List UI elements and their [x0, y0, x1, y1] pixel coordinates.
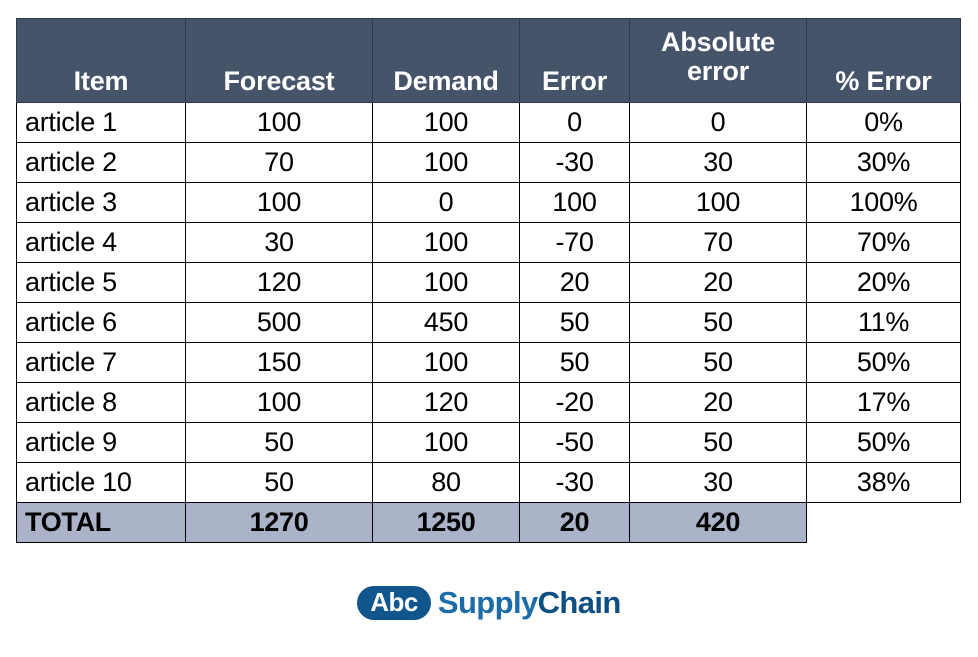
cell-error: -70 [519, 222, 630, 263]
cell-demand: 100 [372, 222, 520, 263]
cell-error: -30 [519, 462, 630, 503]
cell-demand: 450 [372, 302, 520, 343]
table-row: article 5 120 100 20 20 20% [16, 262, 961, 303]
cell-item: article 8 [16, 382, 186, 423]
table-header: Item Forecast Demand Error Absolute erro… [16, 18, 961, 103]
table-row: article 6 500 450 50 50 11% [16, 302, 961, 343]
cell-demand: 120 [372, 382, 520, 423]
forecast-accuracy-table: Item Forecast Demand Error Absolute erro… [16, 18, 961, 543]
table-row: article 1 100 100 0 0 0% [16, 102, 961, 143]
cell-error: -20 [519, 382, 630, 423]
column-header-absolute-error-line1: Absolute [661, 26, 775, 57]
logo-word-chain: Chain [537, 585, 622, 620]
column-header-percent-error: % Error [806, 18, 961, 103]
cell-percent-error: 17% [806, 382, 961, 423]
cell-error: 50 [519, 342, 630, 383]
cell-forecast: 500 [185, 302, 373, 343]
column-header-item: Item [16, 18, 186, 103]
cell-percent-error: 100% [806, 182, 961, 223]
logo-word-supply: Supply [437, 585, 538, 620]
column-header-forecast: Forecast [185, 18, 373, 103]
table-row: article 4 30 100 -70 70 70% [16, 222, 961, 263]
cell-forecast: 30 [185, 222, 373, 263]
cell-forecast: 50 [185, 462, 373, 503]
cell-absolute-error: 20 [629, 262, 807, 303]
total-absolute-error: 420 [629, 502, 807, 543]
cell-percent-error: 20% [806, 262, 961, 303]
cell-forecast: 100 [185, 102, 373, 143]
cell-absolute-error: 50 [629, 302, 807, 343]
logo-badge-abc: Abc [357, 585, 431, 621]
cell-absolute-error: 30 [629, 462, 807, 503]
cell-percent-error: 50% [806, 342, 961, 383]
total-label: TOTAL [16, 502, 186, 543]
cell-demand: 80 [372, 462, 520, 503]
total-forecast: 1270 [185, 502, 373, 543]
column-header-demand: Demand [372, 18, 520, 103]
cell-absolute-error: 50 [629, 342, 807, 383]
cell-error: 50 [519, 302, 630, 343]
cell-item: article 9 [16, 422, 186, 463]
cell-percent-error: 0% [806, 102, 961, 143]
cell-percent-error: 50% [806, 422, 961, 463]
cell-item: article 2 [16, 142, 186, 183]
cell-item: article 7 [16, 342, 186, 383]
table-body: article 1 100 100 0 0 0% article 2 70 10… [16, 102, 961, 543]
cell-item: article 6 [16, 302, 186, 343]
total-percent-error [806, 502, 961, 543]
table-row: article 3 100 0 100 100 100% [16, 182, 961, 223]
cell-error: 100 [519, 182, 630, 223]
total-error: 20 [519, 502, 630, 543]
column-header-error: Error [519, 18, 630, 103]
cell-forecast: 50 [185, 422, 373, 463]
cell-demand: 100 [372, 102, 520, 143]
cell-demand: 100 [372, 422, 520, 463]
cell-item: article 4 [16, 222, 186, 263]
cell-forecast: 100 [185, 182, 373, 223]
cell-absolute-error: 30 [629, 142, 807, 183]
cell-absolute-error: 0 [629, 102, 807, 143]
cell-percent-error: 70% [806, 222, 961, 263]
header-row: Item Forecast Demand Error Absolute erro… [16, 18, 961, 103]
column-header-absolute-error: Absolute error [629, 18, 807, 103]
cell-error: 0 [519, 102, 630, 143]
cell-forecast: 100 [185, 382, 373, 423]
cell-percent-error: 30% [806, 142, 961, 183]
column-header-absolute-error-line2: error [686, 55, 750, 86]
total-row: TOTAL 1270 1250 20 420 [16, 502, 961, 543]
cell-forecast: 120 [185, 262, 373, 303]
table-row: article 10 50 80 -30 30 38% [16, 462, 961, 503]
table-row: article 7 150 100 50 50 50% [16, 342, 961, 383]
cell-absolute-error: 50 [629, 422, 807, 463]
cell-demand: 100 [372, 142, 520, 183]
table-row: article 2 70 100 -30 30 30% [16, 142, 961, 183]
cell-error: -50 [519, 422, 630, 463]
cell-demand: 100 [372, 262, 520, 303]
cell-demand: 0 [372, 182, 520, 223]
cell-forecast: 70 [185, 142, 373, 183]
cell-error: -30 [519, 142, 630, 183]
brand-logo: Abc Supply Chain [0, 585, 978, 621]
total-demand: 1250 [372, 502, 520, 543]
table-row: article 9 50 100 -50 50 50% [16, 422, 961, 463]
cell-item: article 10 [16, 462, 186, 503]
cell-percent-error: 11% [806, 302, 961, 343]
cell-forecast: 150 [185, 342, 373, 383]
cell-item: article 3 [16, 182, 186, 223]
cell-percent-error: 38% [806, 462, 961, 503]
cell-item: article 1 [16, 102, 186, 143]
cell-absolute-error: 100 [629, 182, 807, 223]
cell-absolute-error: 70 [629, 222, 807, 263]
cell-demand: 100 [372, 342, 520, 383]
cell-absolute-error: 20 [629, 382, 807, 423]
cell-item: article 5 [16, 262, 186, 303]
table-row: article 8 100 120 -20 20 17% [16, 382, 961, 423]
cell-error: 20 [519, 262, 630, 303]
